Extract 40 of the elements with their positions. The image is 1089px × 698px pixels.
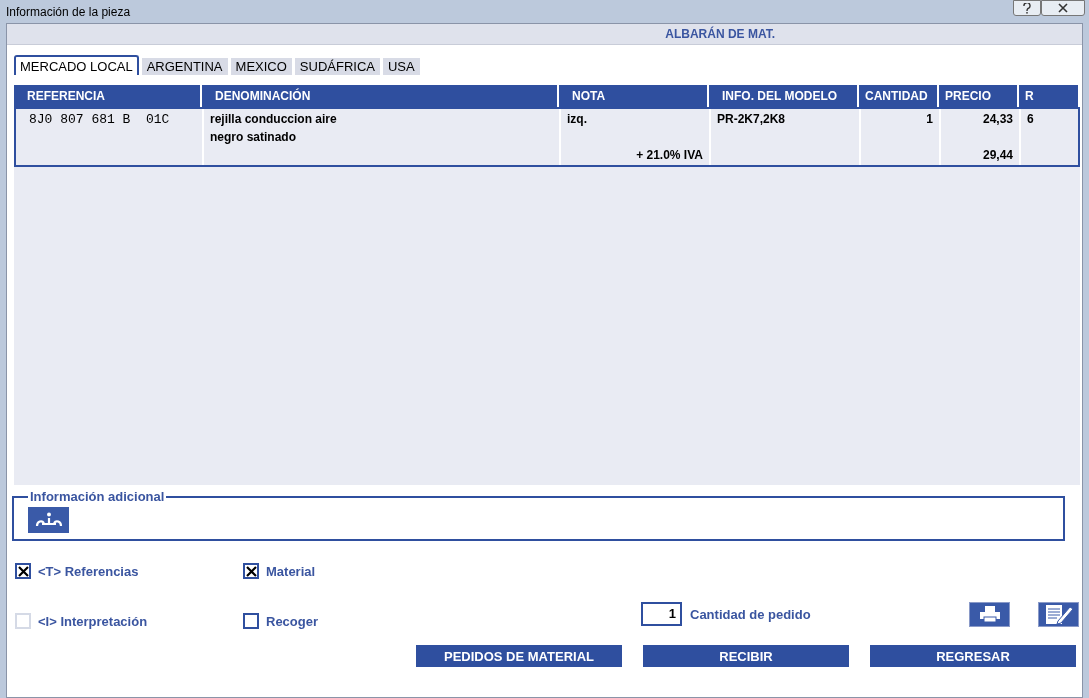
checkbox-label[interactable]: Material	[266, 563, 316, 579]
info-icon	[33, 512, 64, 528]
header-title: ALBARÁN DE MAT.	[665, 27, 775, 41]
table-cell: + 21.0% IVA	[636, 148, 703, 162]
tab[interactable]: USA	[382, 58, 420, 75]
info-button[interactable]	[28, 507, 69, 533]
tab[interactable]: ARGENTINA	[141, 58, 228, 75]
quantity-label: Cantidad de pedido	[690, 606, 811, 622]
window-title: Información de la pieza	[6, 4, 131, 19]
checkbox[interactable]	[243, 613, 259, 629]
close-button[interactable]	[1041, 0, 1085, 16]
tab[interactable]: MERCADO LOCAL	[14, 55, 139, 75]
table-cell-text: PR-2K7,2K8	[717, 112, 787, 126]
print-button[interactable]	[969, 601, 1010, 627]
table-cell-text: 8J0 807 681 B 01C	[29, 112, 171, 127]
checkbox-label[interactable]: Recoger	[266, 613, 319, 629]
table-cell-text: negro satinado	[210, 130, 297, 144]
close-icon	[1058, 3, 1068, 13]
help-icon	[1023, 2, 1031, 14]
checkbox[interactable]	[15, 563, 31, 579]
tab[interactable]: MEXICO	[230, 58, 292, 75]
table-cell-text: rejilla conduccion aire	[210, 112, 338, 126]
tab[interactable]: SUDÁFRICA	[294, 58, 380, 75]
table-cell: 29,44	[982, 148, 1013, 162]
table-cell: 24,33	[982, 112, 1013, 126]
action-button[interactable]: PEDIDOS DE MATERIAL	[416, 645, 622, 667]
printer-icon	[978, 605, 1001, 623]
table-cell-text: izq.	[567, 112, 588, 126]
action-button[interactable]: REGRESAR	[870, 645, 1076, 667]
checkbox[interactable]	[243, 563, 259, 579]
edit-button[interactable]	[1038, 601, 1079, 627]
help-button[interactable]	[1013, 0, 1041, 16]
quantity-field[interactable]: 1	[641, 602, 682, 626]
document-pen-icon	[1043, 603, 1074, 625]
group-title: Información adicional	[29, 489, 166, 504]
table-cell-text: 6	[1027, 112, 1035, 126]
table-cell: 1	[926, 112, 933, 126]
action-button[interactable]: RECIBIR	[643, 645, 849, 667]
table-row[interactable]: 8J0 807 681 B 01C rejilla conduccion aire negro satinado izq. + 21.0% IVA PR-2K7,2K8 1 24,33 29,44 6	[14, 107, 1080, 167]
checkbox-label[interactable]: <T> Referencias	[38, 563, 139, 579]
